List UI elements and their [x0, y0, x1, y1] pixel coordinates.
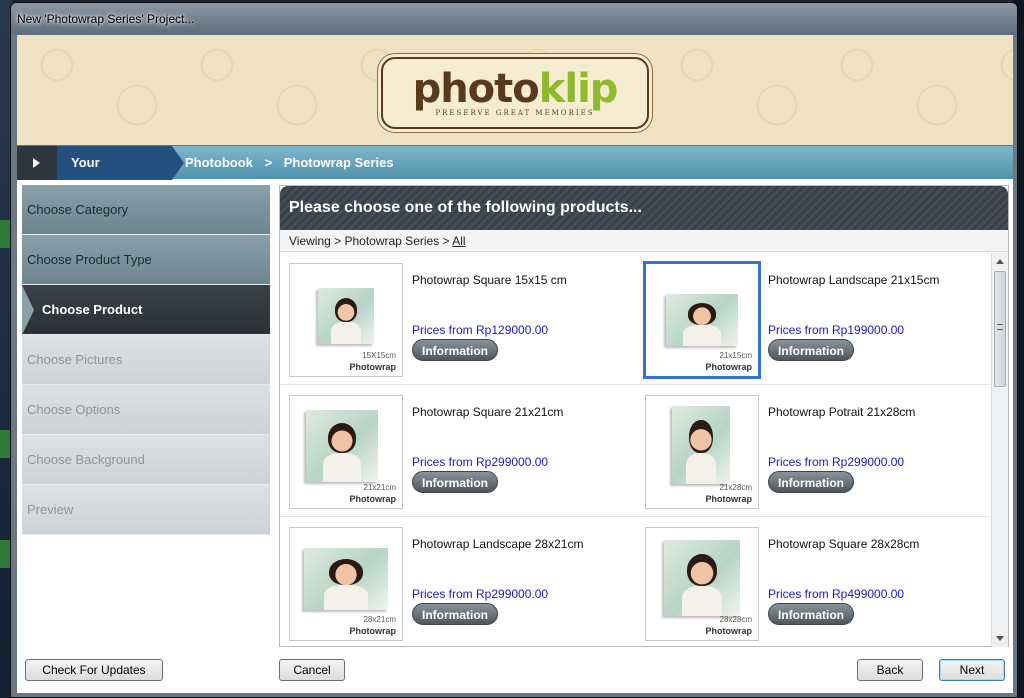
product-thumbnail[interactable]: 15X15cm Photowrap — [289, 263, 403, 377]
panel-heading: Please choose one of the following produ… — [280, 186, 1008, 230]
type-label: Photowrap — [349, 494, 397, 504]
product-panel: Please choose one of the following produ… — [279, 185, 1009, 647]
product-row: 28x21cm Photowrap Photowrap Landscape 28x2… — [280, 517, 992, 647]
product-card[interactable]: 15X15cm Photowrap Photowrap Square 15x15 c… — [280, 253, 636, 384]
size-label: 15X15cm — [362, 351, 396, 360]
size-label: 21x21cm — [363, 483, 396, 492]
size-label: 28x21cm — [363, 615, 396, 624]
type-label: Photowrap — [705, 362, 753, 372]
product-price: Prices from Rp199000.00 — [768, 323, 905, 337]
selections-label: Your Selections: — [57, 146, 184, 204]
breadcrumb-item: Photowrap Series — [283, 155, 394, 170]
excel-icon — [0, 220, 10, 248]
size-label: 21x15cm — [719, 351, 752, 360]
information-button[interactable]: Information — [412, 339, 498, 361]
product-card[interactable]: 28x21cm Photowrap Photowrap Landscape 28x2… — [280, 517, 636, 647]
back-button[interactable]: Back — [857, 659, 923, 681]
excel-icon — [0, 430, 10, 458]
check-for-updates-button[interactable]: Check For Updates — [25, 659, 163, 681]
photobook-image — [318, 288, 374, 344]
photobook-image — [306, 410, 378, 482]
product-price: Prices from Rp299000.00 — [768, 455, 905, 469]
product-name: Photowrap Potrait 21x28cm — [768, 405, 916, 419]
photobook-image — [666, 294, 738, 346]
scroll-up-icon[interactable] — [996, 259, 1004, 264]
nav-choose-options: Choose Options — [22, 385, 270, 435]
app-window: New 'Photowrap Series' Project... photok… — [10, 2, 1018, 698]
information-button[interactable]: Information — [412, 603, 498, 625]
window-title: New 'Photowrap Series' Project... — [17, 12, 195, 26]
information-button[interactable]: Information — [768, 603, 854, 625]
product-price: Prices from Rp499000.00 — [768, 587, 905, 601]
product-name: Photowrap Landscape 28x21cm — [412, 537, 584, 551]
type-label: Photowrap — [705, 494, 753, 504]
product-name: Photowrap Square 21x21cm — [412, 405, 564, 419]
product-row: 21x21cm Photowrap Photowrap Square 21x21cm… — [280, 385, 992, 517]
title-bar[interactable]: New 'Photowrap Series' Project... — [11, 3, 1017, 35]
product-name: Photowrap Landscape 21x15cm — [768, 273, 940, 287]
product-grid: 15X15cm Photowrap Photowrap Square 15x15 c… — [280, 253, 992, 647]
type-label: Photowrap — [349, 362, 397, 372]
product-name: Photowrap Square 28x28cm — [768, 537, 920, 551]
scroll-thumb[interactable] — [994, 271, 1006, 387]
vertical-scrollbar[interactable] — [991, 253, 1008, 647]
photobook-image — [304, 548, 388, 610]
information-button[interactable]: Information — [412, 471, 498, 493]
product-thumbnail[interactable]: 28x28cm Photowrap — [645, 527, 759, 641]
size-label: 21x28cm — [719, 483, 752, 492]
product-row: 15X15cm Photowrap Photowrap Square 15x15 c… — [280, 253, 992, 385]
nav-choose-product[interactable]: Choose Product — [22, 285, 270, 335]
breadcrumb-item: Photobook — [185, 155, 253, 170]
breadcrumb-separator: > — [264, 155, 273, 170]
product-thumbnail[interactable]: 28x21cm Photowrap — [289, 527, 403, 641]
expand-arrow-icon[interactable] — [17, 146, 57, 180]
nav-choose-category[interactable]: Choose Category — [22, 185, 270, 235]
product-card[interactable]: 21x28cm Photowrap Photowrap Potrait 21x28c… — [636, 385, 992, 516]
product-price: Prices from Rp299000.00 — [412, 455, 549, 469]
type-label: Photowrap — [349, 626, 397, 636]
next-button[interactable]: Next — [939, 659, 1005, 681]
nav-preview: Preview — [22, 485, 270, 535]
cancel-button[interactable]: Cancel — [279, 659, 345, 681]
photobook-image — [664, 540, 740, 616]
scroll-down-icon[interactable] — [996, 636, 1004, 641]
product-thumbnail[interactable]: 21x28cm Photowrap — [645, 395, 759, 509]
nav-choose-background: Choose Background — [22, 435, 270, 485]
product-name: Photowrap Square 15x15 cm — [412, 273, 567, 287]
excel-icon — [0, 540, 10, 568]
product-price: Prices from Rp129000.00 — [412, 323, 549, 337]
header-banner: photoklip PRESERVE GREAT MEMORIES — [17, 35, 1013, 145]
product-card[interactable]: 21x21cm Photowrap Photowrap Square 21x21cm… — [280, 385, 636, 516]
size-label: 28x28cm — [719, 615, 752, 624]
information-button[interactable]: Information — [768, 471, 854, 493]
nav-choose-product-type[interactable]: Choose Product Type — [22, 235, 270, 285]
photobook-image — [672, 406, 730, 484]
product-card[interactable]: 28x28cm Photowrap Photowrap Square 28x28cm… — [636, 517, 992, 647]
client-area: photoklip PRESERVE GREAT MEMORIES Your S… — [17, 35, 1013, 693]
information-button[interactable]: Information — [768, 339, 854, 361]
product-price: Prices from Rp299000.00 — [412, 587, 549, 601]
product-thumbnail[interactable]: 21x21cm Photowrap — [289, 395, 403, 509]
selections-bar: Your Selections: Photobook > Photowrap S… — [17, 145, 1013, 204]
viewing-all-link[interactable]: All — [452, 234, 465, 248]
nav-choose-pictures: Choose Pictures — [22, 335, 270, 385]
step-navigation: Choose Category Choose Product Type Choo… — [22, 185, 270, 535]
viewing-path: Viewing > Photowrap Series > All — [280, 230, 1008, 252]
product-thumbnail[interactable]: 21x15cm Photowrap — [643, 261, 761, 379]
product-card[interactable]: 21x15cm Photowrap Photowrap Landscape 21x1… — [636, 253, 992, 384]
type-label: Photowrap — [705, 626, 753, 636]
breadcrumb: Photobook > Photowrap Series — [185, 146, 402, 180]
photoklip-logo: photoklip PRESERVE GREAT MEMORIES — [381, 57, 649, 129]
